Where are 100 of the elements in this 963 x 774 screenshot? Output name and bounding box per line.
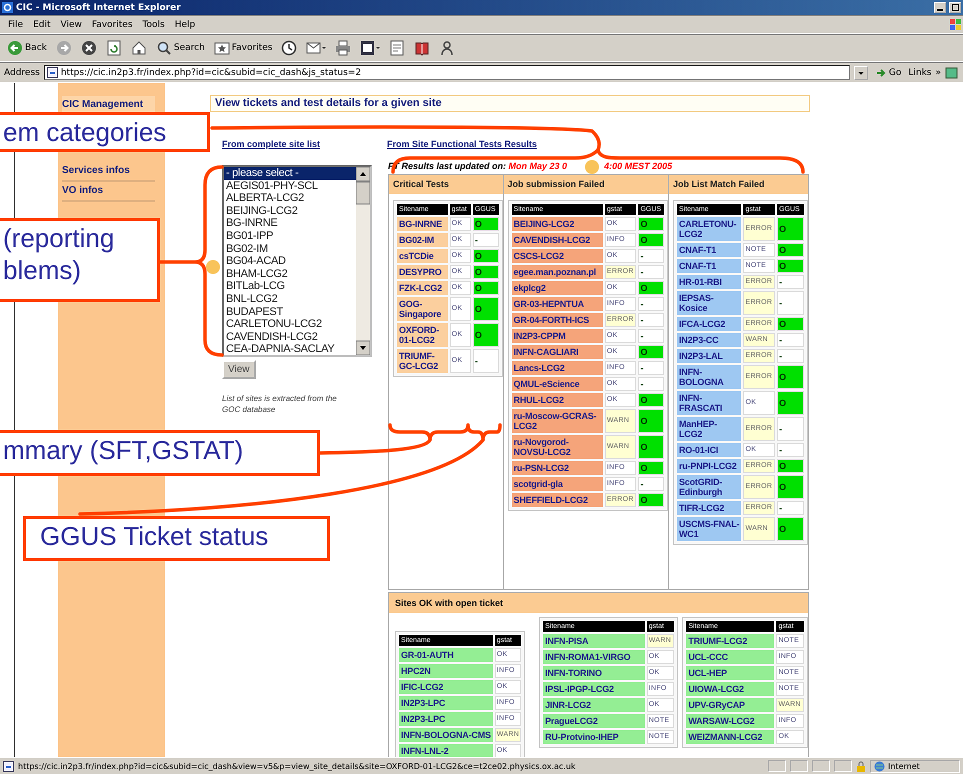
- list-option[interactable]: BG01-IPP: [224, 230, 356, 243]
- site-link[interactable]: BG-INRNE: [397, 217, 448, 231]
- site-link[interactable]: ekplcg2: [512, 281, 603, 295]
- site-link[interactable]: FZK-LCG2: [397, 281, 448, 295]
- site-link[interactable]: INFN-LNL-2: [399, 744, 493, 757]
- list-option[interactable]: BNL-LCG2: [224, 292, 356, 306]
- site-link[interactable]: GR-01-AUTH: [399, 648, 493, 662]
- list-option[interactable]: BEIJING-LCG2: [224, 204, 356, 218]
- menu-item[interactable]: Tools: [138, 20, 169, 30]
- list-option[interactable]: BITLab-LCG: [224, 280, 356, 293]
- site-link[interactable]: IN2P3-LPC: [399, 712, 493, 726]
- site-link[interactable]: ru-PNPI-LCG2: [677, 459, 742, 473]
- list-option[interactable]: BG04-ACAD: [224, 255, 356, 268]
- site-link[interactable]: GOG-Singapore: [397, 297, 448, 321]
- site-link[interactable]: HR-01-RBI: [677, 275, 742, 289]
- site-link[interactable]: scotgrid-gla: [512, 477, 603, 491]
- toolbar-button[interactable]: Favorites: [210, 39, 276, 57]
- site-link[interactable]: WARSAW-LCG2: [686, 714, 774, 728]
- site-link[interactable]: ru-PSN-LCG2: [512, 461, 603, 475]
- sidebar-link[interactable]: VO infos: [62, 182, 155, 202]
- site-link[interactable]: UPV-GRyCAP: [686, 698, 774, 712]
- site-link[interactable]: CSCS-LCG2: [512, 249, 603, 263]
- site-link[interactable]: DESYPRO: [397, 265, 448, 279]
- site-link[interactable]: IPSL-IPGP-LCG2: [543, 682, 645, 696]
- site-link[interactable]: OXFORD-01-LCG2: [397, 323, 448, 347]
- site-link[interactable]: INFN-PISA: [543, 634, 645, 648]
- site-link[interactable]: INFN-TORINO: [543, 666, 645, 680]
- site-link[interactable]: USCMS-FNAL-WC1: [677, 517, 742, 541]
- site-link[interactable]: IN2P3-CC: [677, 333, 742, 347]
- site-link[interactable]: UIOWA-LCG2: [686, 682, 774, 696]
- site-link[interactable]: ru-Moscow-GCRAS-LCG2: [512, 409, 603, 433]
- menu-item[interactable]: Help: [170, 20, 200, 30]
- list-option[interactable]: BUDAPEST: [224, 306, 356, 318]
- minimize-button[interactable]: [934, 2, 946, 13]
- more-links-button[interactable]: »: [935, 68, 941, 78]
- site-link[interactable]: CNAF-T1: [677, 243, 742, 257]
- site-link[interactable]: INFN-CAGLIARI: [512, 345, 603, 359]
- site-link[interactable]: HPC2N: [399, 664, 493, 678]
- list-option[interactable]: ALBERTA-LCG2: [224, 192, 356, 205]
- site-link[interactable]: GR-04-FORTH-ICS: [512, 313, 603, 327]
- list-option[interactable]: CAVENDISH-LCG2: [224, 330, 356, 344]
- site-link[interactable]: SHEFFIELD-LCG2: [512, 493, 603, 507]
- list-option[interactable]: BHAM-LCG2: [224, 268, 356, 280]
- menu-item[interactable]: Favorites: [88, 20, 137, 30]
- sidebar-link[interactable]: Services infos: [62, 162, 155, 182]
- site-link[interactable]: IEPSAS-Kosice: [677, 291, 742, 315]
- scrollbar[interactable]: [356, 167, 370, 355]
- menu-item[interactable]: View: [56, 20, 86, 30]
- list-option[interactable]: BG-INRNE: [224, 217, 356, 230]
- site-link[interactable]: WEIZMANN-LCG2: [686, 730, 774, 744]
- site-link[interactable]: RU-Protvino-IHEP: [543, 730, 645, 744]
- toolbar-extension-icon[interactable]: [945, 66, 959, 80]
- menu-item[interactable]: Edit: [29, 20, 54, 30]
- site-link[interactable]: CARLETONU-LCG2: [677, 217, 742, 241]
- menu-item[interactable]: File: [4, 20, 28, 30]
- site-link[interactable]: csTCDie: [397, 249, 448, 263]
- address-field[interactable]: https://cic.in2p3.fr/index.php?id=cic&subid=cic_dash&js_status=2: [44, 65, 850, 80]
- site-link[interactable]: ScotGRID-Edinburgh: [677, 475, 742, 499]
- view-button[interactable]: View: [222, 360, 256, 379]
- maximize-button[interactable]: [949, 2, 961, 13]
- site-link[interactable]: TIFR-LCG2: [677, 501, 742, 515]
- site-link[interactable]: IN2P3-CPPM: [512, 329, 603, 343]
- site-link[interactable]: IFIC-LCG2: [399, 680, 493, 694]
- site-link[interactable]: INFN-FRASCATI: [677, 391, 742, 415]
- site-link[interactable]: INFN-ROMA1-VIRGO: [543, 650, 645, 664]
- site-link[interactable]: UCL-HEP: [686, 666, 774, 680]
- list-option[interactable]: CARLETONU-LCG2: [224, 318, 356, 331]
- site-link[interactable]: INFN-BOLOGNA-CMS: [399, 728, 493, 742]
- site-link[interactable]: UCL-CCC: [686, 650, 774, 664]
- site-link[interactable]: CNAF-T1: [677, 259, 742, 273]
- site-link[interactable]: ManHEP-LCG2: [677, 417, 742, 441]
- site-list[interactable]: - please select - AEGIS01-PHY-SCL ALBERTA-LCG2 BEIJING-LCG2 BG-INRNE BG01-IPP BG02-IM BG04-ACAD BHAM-LCG2 BITLab-LCG BNL-LCG2 BUDAPEST CARLETONU-LCG2 CAVENDISH-LCG2 CEA-DAPNIA-SACLAY: [222, 165, 372, 357]
- list-option[interactable]: - please select -: [224, 167, 356, 180]
- site-link[interactable]: ru-Novgorod-NOVSU-LCG2: [512, 435, 603, 459]
- site-link[interactable]: BEIJING-LCG2: [512, 217, 603, 231]
- site-link[interactable]: PragueLCG2: [543, 714, 645, 728]
- list-option[interactable]: BG02-IM: [224, 242, 356, 256]
- site-link[interactable]: IN2P3-LAL: [677, 349, 742, 363]
- site-link[interactable]: IN2P3-LPC: [399, 696, 493, 710]
- site-link[interactable]: RHUL-LCG2: [512, 393, 603, 407]
- nav-link[interactable]: From complete site list: [222, 139, 387, 149]
- list-option[interactable]: AEGIS01-PHY-SCL: [224, 180, 356, 192]
- site-link[interactable]: JINR-LCG2: [543, 698, 645, 712]
- nav-link[interactable]: From Site Functional Tests Results: [387, 139, 537, 149]
- site-link[interactable]: QMUL-eScience: [512, 377, 603, 391]
- site-link[interactable]: RO-01-ICI: [677, 443, 742, 457]
- links-button[interactable]: Links: [908, 68, 932, 78]
- site-link[interactable]: Lancs-LCG2: [512, 361, 603, 375]
- site-link[interactable]: IFCA-LCG2: [677, 317, 742, 331]
- site-link[interactable]: CAVENDISH-LCG2: [512, 233, 603, 247]
- site-link[interactable]: BG02-IM: [397, 233, 448, 247]
- toolbar-button[interactable]: Search: [152, 39, 208, 57]
- toolbar-button[interactable]: Back: [4, 39, 50, 57]
- site-link[interactable]: TRIUMF-LCG2: [686, 634, 774, 648]
- site-link[interactable]: egee.man.poznan.pl: [512, 265, 603, 279]
- site-link[interactable]: TRIUMF-GC-LCG2: [397, 349, 448, 373]
- list-option[interactable]: CEA-DAPNIA-SACLAY: [224, 343, 356, 355]
- go-button[interactable]: Go: [872, 66, 904, 80]
- site-link[interactable]: GR-03-HEPNTUA: [512, 297, 603, 311]
- site-link[interactable]: INFN-BOLOGNA: [677, 365, 742, 389]
